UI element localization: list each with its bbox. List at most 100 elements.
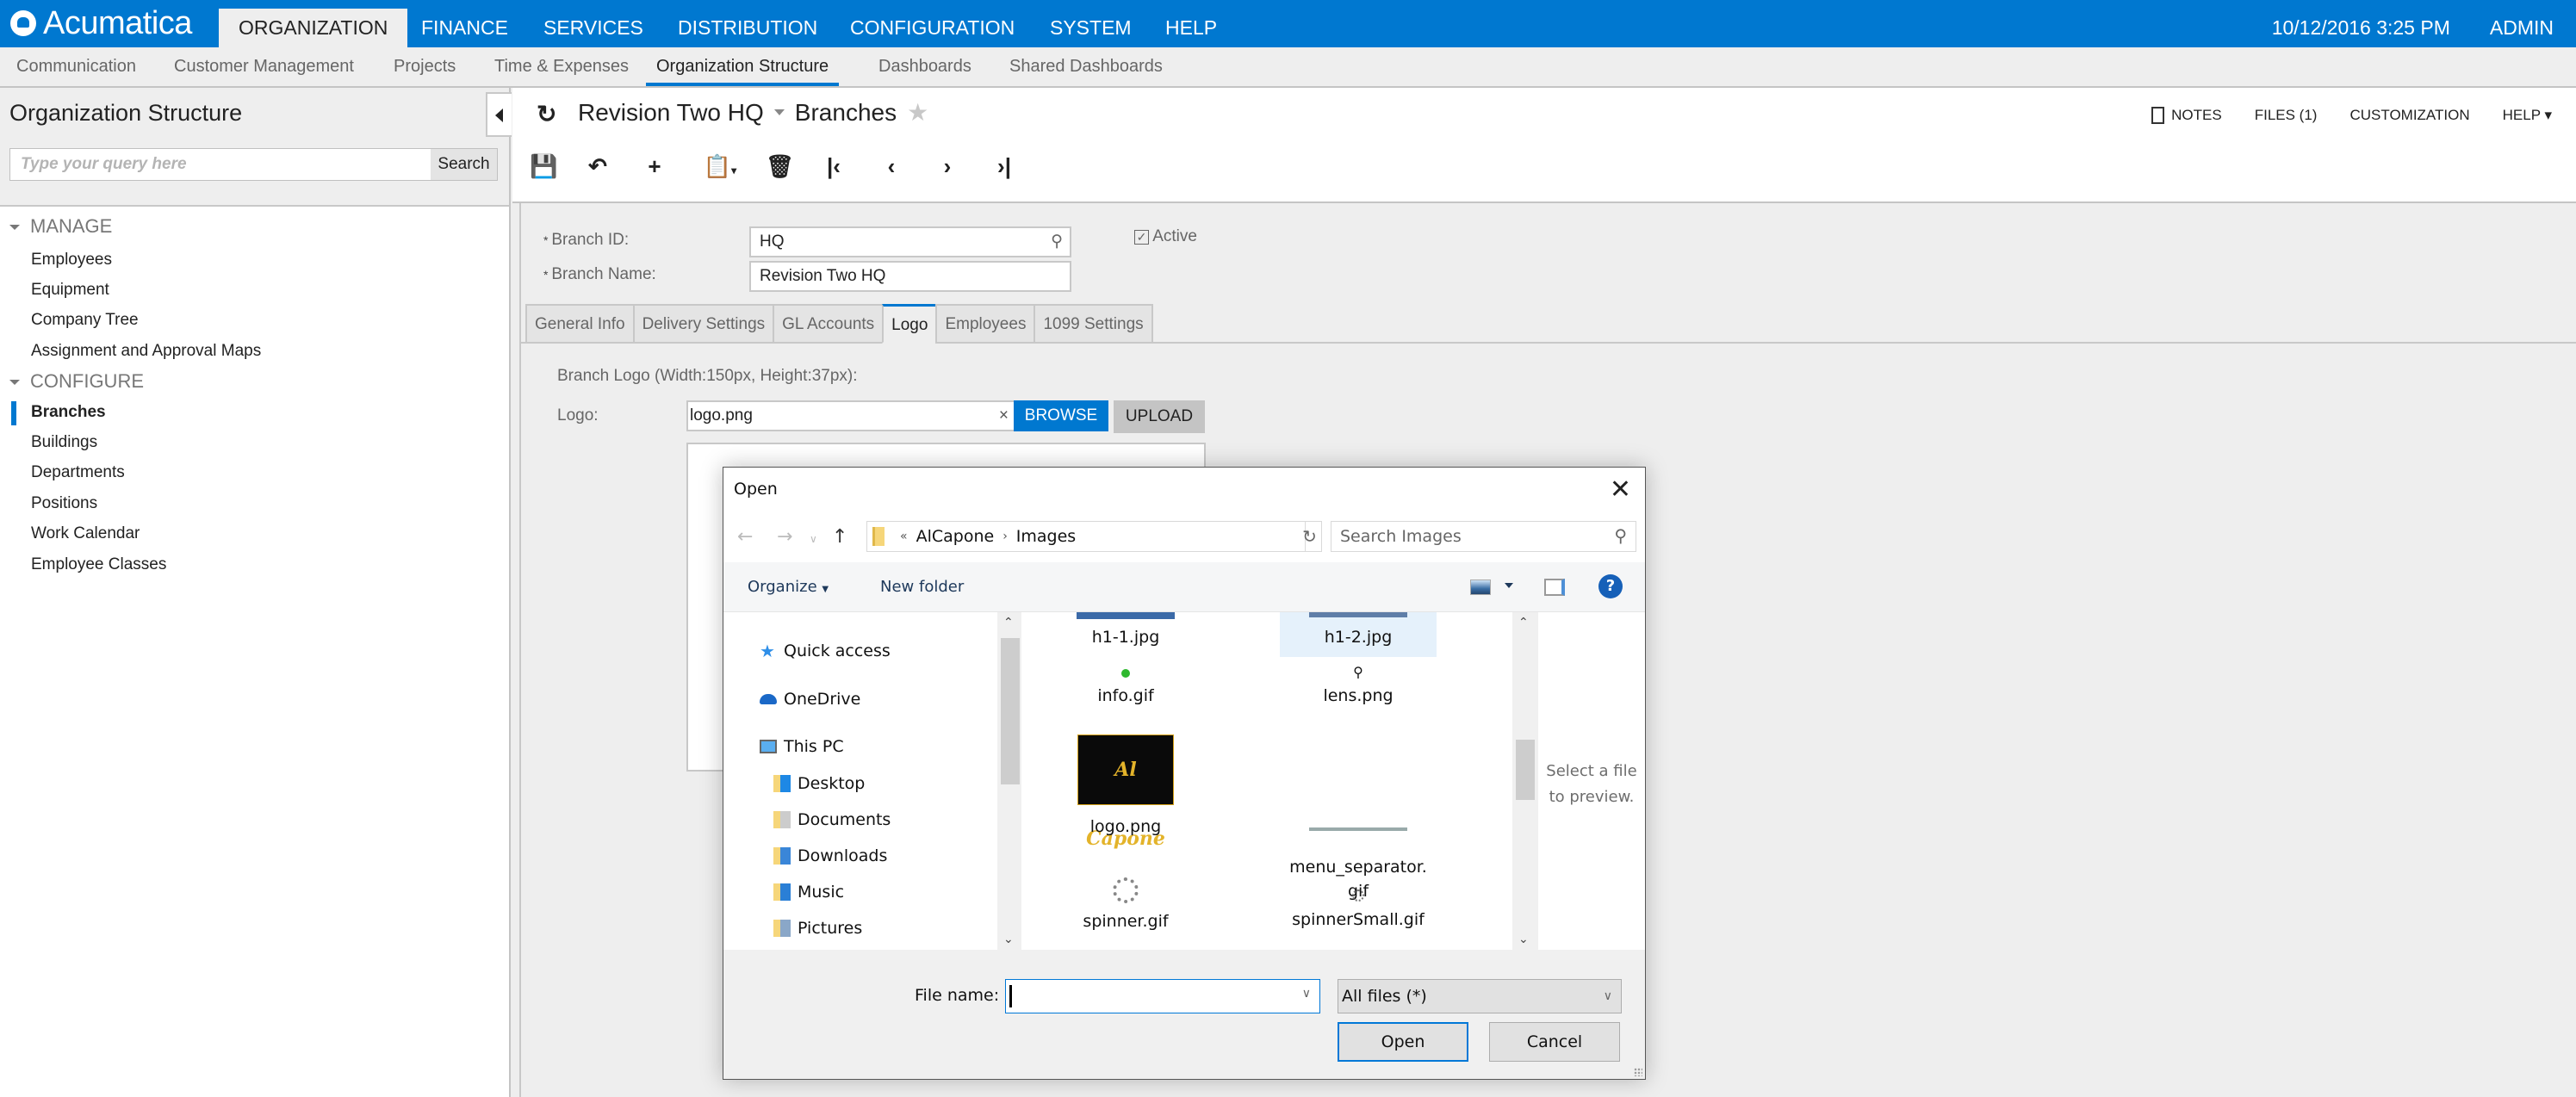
close-icon[interactable]: ✕	[1610, 474, 1631, 505]
sidebar-item-equipment[interactable]: Equipment	[31, 281, 109, 300]
file-item[interactable]: info.gif	[1047, 669, 1204, 705]
sidebar-item-work-calendar[interactable]: Work Calendar	[31, 524, 140, 543]
sub-nav-projects[interactable]: Projects	[394, 47, 456, 86]
sidebar-item-employees[interactable]: Employees	[31, 251, 112, 270]
sidebar-item-assignment-approval-maps[interactable]: Assignment and Approval Maps	[31, 342, 261, 361]
dialog-title-bar[interactable]: Open ✕	[723, 468, 1645, 516]
recent-locations-icon[interactable]: ∨	[810, 533, 817, 545]
undo-icon[interactable]: ↶	[585, 153, 611, 180]
save-icon[interactable]: 💾	[530, 153, 557, 180]
copy-paste-icon[interactable]: 📋▾	[698, 153, 742, 180]
forward-arrow-icon[interactable]: →	[777, 526, 792, 548]
file-list-scrollbar[interactable]: ⌃ ⌄	[1512, 612, 1536, 950]
sidebar-item-positions[interactable]: Positions	[31, 494, 97, 513]
top-nav-services[interactable]: SERVICES	[524, 9, 663, 47]
file-item[interactable]: spinnerSmall.gif	[1280, 889, 1437, 929]
nav-group-manage[interactable]: MANAGE	[9, 215, 112, 238]
chevron-down-icon[interactable]	[773, 109, 785, 115]
refresh-icon[interactable]: ↻	[1298, 521, 1322, 552]
tab-gl-accounts[interactable]: GL Accounts	[773, 304, 883, 344]
first-icon[interactable]: |‹	[821, 153, 847, 180]
files-button[interactable]: FILES (1)	[2255, 107, 2318, 124]
notes-button[interactable]: NOTES	[2151, 107, 2222, 124]
breadcrumb-images[interactable]: Images	[1016, 522, 1076, 551]
up-arrow-icon[interactable]: ↑	[832, 526, 847, 548]
file-name-input[interactable]: ∨	[1005, 979, 1320, 1013]
customization-button[interactable]: CUSTOMIZATION	[2349, 107, 2469, 124]
scrollbar-thumb[interactable]	[1516, 740, 1535, 800]
sidebar-item-buildings[interactable]: Buildings	[31, 433, 97, 452]
record-selector[interactable]: Revision Two HQ	[578, 99, 764, 127]
file-item[interactable]: h1-1.jpg	[1047, 612, 1204, 657]
sub-nav-time-expenses[interactable]: Time & Expenses	[494, 47, 629, 86]
upload-button[interactable]: UPLOAD	[1114, 400, 1205, 433]
navigation-scrollbar[interactable]: ⌃ ⌄	[997, 612, 1021, 950]
new-folder-button[interactable]: New folder	[880, 578, 964, 596]
tree-item-documents[interactable]: Documents	[773, 810, 891, 829]
sub-nav-organization-structure[interactable]: Organization Structure	[646, 47, 840, 86]
tab-delivery-settings[interactable]: Delivery Settings	[632, 304, 773, 344]
scroll-down-icon[interactable]: ⌄	[1518, 933, 1529, 946]
top-nav-finance[interactable]: FINANCE	[401, 9, 528, 47]
browse-button[interactable]: BROWSE	[1014, 400, 1108, 431]
top-nav-distribution[interactable]: DISTRIBUTION	[658, 9, 837, 47]
delete-icon[interactable]: 🗑	[766, 153, 794, 180]
sidebar-search-input[interactable]	[10, 149, 432, 180]
cancel-button[interactable]: Cancel	[1489, 1022, 1620, 1062]
last-icon[interactable]: ›|	[991, 153, 1017, 180]
change-view-icon[interactable]	[1470, 579, 1491, 595]
tab-logo[interactable]: Logo	[882, 304, 936, 344]
top-nav-help[interactable]: HELP	[1145, 9, 1237, 47]
tab-1099-settings[interactable]: 1099 Settings	[1034, 304, 1153, 344]
sub-nav-dashboards[interactable]: Dashboards	[878, 47, 971, 86]
favorite-star-icon[interactable]: ★	[907, 98, 928, 127]
preview-pane-icon[interactable]	[1544, 579, 1565, 596]
collapse-sidebar-button[interactable]	[486, 92, 512, 137]
tab-general-info[interactable]: General Info	[525, 304, 633, 344]
help-menu[interactable]: HELP ▾	[2503, 107, 2552, 124]
open-button[interactable]: Open	[1338, 1022, 1468, 1062]
next-icon[interactable]: ›	[934, 153, 960, 180]
user-menu[interactable]: ADMIN	[2490, 9, 2554, 47]
top-nav-system[interactable]: SYSTEM	[1030, 9, 1151, 47]
refresh-icon[interactable]: ↻	[537, 100, 556, 128]
sub-nav-customer-management[interactable]: Customer Management	[174, 47, 354, 86]
branch-id-field[interactable]: HQ ⚲	[749, 226, 1071, 257]
file-item[interactable]: ⚲ lens.png	[1280, 666, 1437, 706]
lookup-icon[interactable]: ⚲	[1051, 228, 1063, 256]
top-nav-configuration[interactable]: CONFIGURATION	[830, 9, 1034, 47]
clear-icon[interactable]: ×	[999, 402, 1009, 430]
sidebar-item-branches[interactable]: Branches	[31, 403, 106, 422]
previous-icon[interactable]: ‹	[878, 153, 904, 180]
back-arrow-icon[interactable]: ←	[737, 526, 753, 548]
file-type-select[interactable]: All files (*) ∨	[1338, 979, 1622, 1013]
file-item[interactable]: Al Capone logo.png	[1047, 734, 1204, 850]
sidebar-item-company-tree[interactable]: Company Tree	[31, 311, 139, 330]
address-bar[interactable]: « AlCapone › Images ∨	[866, 521, 1434, 552]
overflow-chevron[interactable]: «	[900, 522, 908, 551]
nav-group-configure[interactable]: CONFIGURE	[9, 370, 144, 393]
scrollbar-thumb[interactable]	[1001, 638, 1020, 784]
tab-employees[interactable]: Employees	[935, 304, 1034, 344]
scroll-down-icon[interactable]: ⌄	[1003, 933, 1014, 946]
tree-item-quick-access[interactable]: ★ Quick access	[760, 641, 891, 660]
tree-item-downloads[interactable]: Downloads	[773, 846, 887, 865]
tree-item-desktop[interactable]: Desktop	[773, 774, 865, 793]
sidebar-item-employee-classes[interactable]: Employee Classes	[31, 555, 166, 574]
file-item[interactable]: spinner.gif	[1047, 877, 1204, 931]
scroll-up-icon[interactable]: ⌃	[1003, 616, 1014, 629]
tree-item-music[interactable]: Music	[773, 883, 844, 902]
tree-item-this-pc[interactable]: This PC	[760, 737, 844, 756]
view-dropdown-icon[interactable]	[1505, 583, 1513, 588]
breadcrumb-alcapone[interactable]: AlCapone	[916, 522, 995, 551]
sidebar-search-button[interactable]: Search	[431, 149, 497, 180]
sub-nav-communication[interactable]: Communication	[16, 47, 136, 86]
organize-button[interactable]: Organize ▼	[748, 578, 829, 596]
resize-grip-icon[interactable]	[1634, 1068, 1642, 1076]
acumatica-logo[interactable]: Acumatica	[10, 5, 192, 41]
sub-nav-shared-dashboards[interactable]: Shared Dashboards	[1009, 47, 1163, 86]
file-item-selected[interactable]: h1-2.jpg	[1280, 612, 1437, 657]
tree-item-onedrive[interactable]: OneDrive	[760, 690, 860, 709]
search-images-input[interactable]	[1331, 522, 1590, 551]
logo-file-field[interactable]: logo.png ×	[686, 400, 1015, 431]
